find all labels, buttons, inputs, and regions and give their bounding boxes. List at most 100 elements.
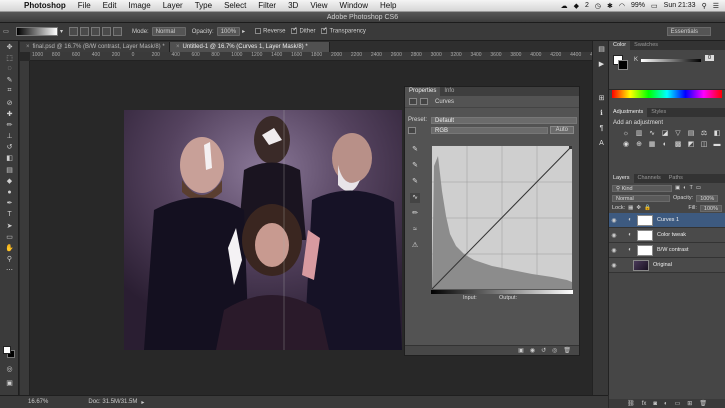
k-slider[interactable] [641, 59, 701, 62]
clone-stamp-tool-icon[interactable]: ⊥ [0, 131, 19, 142]
tab-color[interactable]: Color [609, 41, 631, 50]
tab-styles[interactable]: Styles [647, 108, 670, 117]
color-spectrum[interactable] [612, 90, 722, 98]
layer-mask-thumb[interactable] [637, 214, 653, 226]
draw-curve-pencil-icon[interactable]: ✏ [410, 209, 420, 219]
history-brush-tool-icon[interactable]: ↺ [0, 142, 19, 153]
preset-select[interactable]: Default [431, 116, 578, 124]
layer-mask-thumb[interactable] [637, 229, 653, 241]
kind-filter-select[interactable]: ⚲ Kind [612, 184, 672, 192]
curves-graph[interactable] [431, 145, 573, 290]
visibility-eye-icon[interactable]: ◉ [609, 217, 619, 224]
visibility-eye-icon[interactable]: ◉ [609, 262, 619, 269]
visibility-eye-icon[interactable]: ◉ [609, 232, 619, 239]
filter-type-icon[interactable]: T [690, 185, 693, 191]
trash-icon[interactable]: 🗑 [563, 347, 571, 354]
pen-tool-icon[interactable]: ✒ [0, 198, 19, 209]
type-tool-icon[interactable]: T [0, 209, 19, 220]
quick-mask-icon[interactable]: ◎ [0, 363, 19, 374]
layer-row[interactable]: ◉ ◐ B/W contrast [609, 243, 725, 258]
menu-help[interactable]: Help [374, 1, 402, 10]
brightness-icon[interactable]: ☼ [621, 129, 631, 138]
menu-edit[interactable]: Edit [97, 1, 123, 10]
k-value[interactable]: 0 [705, 55, 715, 61]
tab-final-psd[interactable]: × final.psd @ 16.7% (B/W contrast, Layer … [20, 42, 170, 52]
tab-properties[interactable]: Properties [405, 87, 441, 96]
layer-name[interactable]: B/W contrast [657, 247, 688, 253]
gradient-tool-icon-left[interactable]: ▤ [0, 164, 19, 175]
threshold-icon[interactable]: ◩ [686, 140, 696, 149]
bluetooth-icon[interactable]: ✱ [607, 2, 613, 10]
gradient-map-icon[interactable]: ▬ [712, 140, 722, 149]
opacity-input[interactable]: 100% [216, 27, 241, 36]
tab-swatches[interactable]: Swatches [630, 41, 662, 50]
foreground-color-swatch[interactable] [3, 346, 11, 354]
posterize-icon[interactable]: ▩ [673, 140, 683, 149]
reverse-checkbox[interactable] [255, 28, 262, 35]
menu-view[interactable]: View [304, 1, 333, 10]
crop-tool-icon[interactable]: ⌗ [0, 86, 19, 97]
extra-tool-icon[interactable]: ⋯ [0, 265, 19, 276]
tab-info[interactable]: Info [440, 87, 458, 96]
brush-tool-icon[interactable]: ✏ [0, 119, 19, 130]
reset-icon[interactable]: ↺ [541, 347, 546, 354]
dither-checkbox[interactable] [291, 28, 298, 35]
new-layer-icon[interactable]: ⊞ [687, 400, 692, 407]
exposure-icon[interactable]: ◪ [660, 129, 670, 138]
levels-icon[interactable]: ▥ [634, 129, 644, 138]
info-panel-icon[interactable]: ℹ [594, 108, 609, 120]
blur-tool-icon[interactable]: ◆ [0, 175, 19, 186]
mode-select[interactable]: Normal [151, 27, 186, 36]
fx-icon[interactable]: fx [642, 401, 647, 407]
close-icon[interactable]: × [26, 44, 30, 50]
hand-tool-icon[interactable]: ✋ [0, 242, 19, 253]
clip-to-layer-icon[interactable]: ▣ [518, 347, 524, 354]
properties-panel-icon[interactable]: ⊞ [594, 93, 609, 105]
tab-untitled-1[interactable]: × Untitled-1 @ 16.7% (Curves 1, Layer Mas… [170, 42, 330, 52]
photo-filter-icon[interactable]: ◉ [621, 140, 631, 149]
layer-row[interactable]: ◉ ◐ Color tweak [609, 228, 725, 243]
reflected-gradient-button[interactable] [102, 27, 112, 36]
curves-adjustment-icon[interactable] [409, 98, 417, 105]
curves-icon[interactable]: ∿ [647, 129, 657, 138]
paragraph-icon[interactable]: ¶ [594, 123, 609, 135]
wifi-icon[interactable]: ◠ [619, 2, 625, 10]
on-image-adjust-icon[interactable] [408, 126, 416, 134]
history-icon[interactable]: ▤ [594, 44, 609, 56]
gradient-tool-icon[interactable]: ▭ [0, 28, 12, 35]
layer-row[interactable]: ◉ ◐ Curves 1 [609, 213, 725, 228]
angle-gradient-button[interactable] [91, 27, 101, 36]
path-select-tool-icon[interactable]: ➤ [0, 220, 19, 231]
sample-white-point-icon[interactable]: ✎ [410, 177, 420, 187]
diamond-gradient-button[interactable] [113, 27, 123, 36]
marquee-tool-icon[interactable]: ⬚ [0, 52, 19, 63]
cloud-icon[interactable]: ☁ [561, 2, 568, 10]
badge-icon[interactable]: ◆ [574, 2, 579, 10]
shape-tool-icon[interactable]: ▭ [0, 231, 19, 242]
blend-mode-select[interactable]: Normal [612, 194, 670, 202]
close-icon[interactable]: × [176, 44, 180, 50]
filter-shape-icon[interactable]: ▭ [696, 185, 701, 191]
menu-app[interactable]: Photoshop [18, 1, 72, 10]
gradient-preview[interactable] [16, 27, 58, 36]
invert-icon[interactable]: ◐ [660, 140, 670, 149]
linear-gradient-button[interactable] [69, 27, 79, 36]
radial-gradient-button[interactable] [80, 27, 90, 36]
menu-type[interactable]: Type [189, 1, 218, 10]
transparency-checkbox[interactable] [321, 28, 328, 35]
new-adjustment-icon[interactable]: ◐ [664, 401, 668, 407]
list-icon[interactable]: ☰ [713, 2, 719, 10]
sample-gray-point-icon[interactable]: ✎ [410, 161, 420, 171]
menu-file[interactable]: File [72, 1, 97, 10]
search-icon[interactable]: ⚲ [702, 2, 707, 10]
opacity-dropdown-icon[interactable]: ▸ [242, 28, 245, 35]
menu-image[interactable]: Image [122, 1, 156, 10]
layer-name[interactable]: Curves 1 [657, 217, 679, 223]
layer-name[interactable]: Color tweak [657, 232, 686, 238]
layer-opacity-input[interactable]: 100% [696, 194, 719, 202]
smooth-curve-icon[interactable]: ≈ [410, 225, 420, 235]
new-group-icon[interactable]: ▭ [675, 400, 681, 407]
lasso-tool-icon[interactable]: ◌ [0, 63, 19, 74]
healing-brush-tool-icon[interactable]: ✚ [0, 108, 19, 119]
photo-image[interactable] [124, 110, 402, 350]
